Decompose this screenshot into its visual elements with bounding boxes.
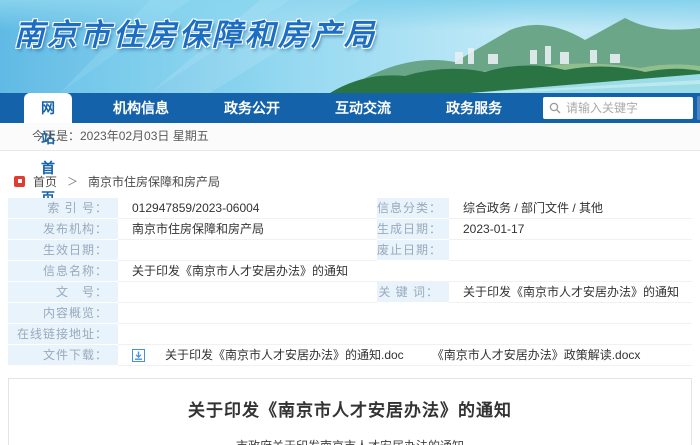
keyword-value: 关于印发《南京市人才安居办法》的通知: [449, 282, 692, 303]
site-banner: 南京市住房保障和房产局: [0, 0, 700, 93]
summary-label: 内容概览：: [8, 303, 118, 324]
home-icon: [14, 175, 25, 187]
breadcrumb-separator: ＞: [67, 176, 79, 188]
nav-search-area: 搜索: [543, 96, 700, 120]
breadcrumb-current[interactable]: 南京市住房保障和房产局: [88, 173, 220, 190]
abolished-date-label: 废止日期：: [377, 240, 449, 261]
file-download-label: 文件下载：: [8, 345, 118, 366]
effective-date-label: 生效日期：: [8, 240, 118, 261]
download-file-link[interactable]: 关于印发《南京市人才安居办法》的通知.doc: [165, 348, 404, 362]
created-date-value: 2023-01-17: [449, 219, 692, 240]
document-meta-table: 索 引 号： 012947859/2023-06004 信息分类： 综合政务 /…: [8, 198, 692, 366]
created-date-label: 生成日期：: [377, 219, 449, 240]
info-category-label: 信息分类：: [377, 198, 449, 219]
main-nav: 网站首页 机构信息 政务公开 互动交流 政务服务 搜索: [0, 93, 700, 206]
site-title: 南京市住房保障和房产局: [14, 19, 377, 52]
publisher-value: 南京市住房保障和房产局: [118, 219, 377, 240]
info-name-value: 关于印发《南京市人才安居办法》的通知: [118, 261, 692, 282]
table-row: 在线链接地址：: [8, 324, 692, 345]
table-row: 内容概览：: [8, 303, 692, 324]
article-title: 关于印发《南京市人才安居办法》的通知: [188, 401, 512, 420]
info-name-label: 信息名称：: [8, 261, 118, 282]
table-row: 文 号： 关 键 词： 关于印发《南京市人才安居办法》的通知: [8, 282, 692, 303]
info-category-value: 综合政务 / 部门文件 / 其他: [449, 198, 692, 219]
download-file-link[interactable]: 《南京市人才安居办法》政策解读.docx: [432, 348, 641, 362]
table-row: 索 引 号： 012947859/2023-06004 信息分类： 综合政务 /…: [8, 198, 692, 219]
abolished-date-value: [449, 240, 692, 261]
table-row: 发布机构： 南京市住房保障和房产局 生成日期： 2023-01-17: [8, 219, 692, 240]
search-input[interactable]: [566, 101, 687, 115]
online-link-value: [118, 324, 692, 345]
effective-date-value: [118, 240, 377, 261]
download-icon[interactable]: [132, 348, 145, 365]
article-subtitle: 市政府关于印发南京市人才安居办法的通知: [9, 437, 691, 445]
nav-item-interaction[interactable]: 互动交流: [321, 93, 405, 123]
nav-item-gov-services[interactable]: 政务服务: [432, 93, 516, 123]
breadcrumb: 首页 ＞ 南京市住房保障和房产局: [14, 173, 700, 189]
table-row: 信息名称： 关于印发《南京市人才安居办法》的通知: [8, 261, 692, 282]
publisher-label: 发布机构：: [8, 219, 118, 240]
keyword-label: 关 键 词：: [377, 282, 449, 303]
summary-value: [118, 303, 692, 324]
nav-item-gov-disclosure[interactable]: 政务公开: [210, 93, 294, 123]
index-number-value: 012947859/2023-06004: [118, 198, 377, 219]
search-box: [543, 97, 693, 119]
table-row: 生效日期： 废止日期：: [8, 240, 692, 261]
article-card: 关于印发《南京市人才安居办法》的通知 市政府关于印发南京市人才安居办法的通知: [8, 378, 692, 445]
index-number-label: 索 引 号：: [8, 198, 118, 219]
doc-number-value: [118, 282, 377, 303]
nav-item-org-info[interactable]: 机构信息: [99, 93, 183, 123]
table-row: 文件下载： 关于印发《南京市人才安居办法》的通知.doc 《南京市人才安居办法》政…: [8, 345, 692, 366]
date-bar: 今天是：2023年02月03日 星期五: [0, 123, 700, 151]
nav-item-home[interactable]: 网站首页: [24, 93, 72, 206]
search-icon: [549, 102, 561, 114]
breadcrumb-home[interactable]: 首页: [33, 173, 57, 190]
file-download-value: 关于印发《南京市人才安居办法》的通知.doc 《南京市人才安居办法》政策解读.do…: [118, 345, 692, 366]
doc-number-label: 文 号：: [8, 282, 118, 303]
online-link-label: 在线链接地址：: [8, 324, 118, 345]
